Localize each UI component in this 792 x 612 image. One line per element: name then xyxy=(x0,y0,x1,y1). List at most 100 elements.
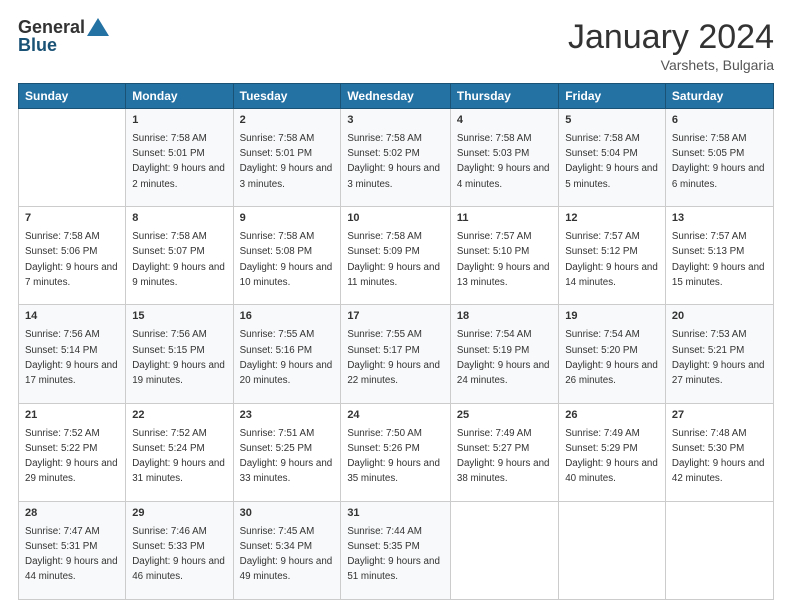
day-cell: 23 Sunrise: 7:51 AMSunset: 5:25 PMDaylig… xyxy=(233,403,341,501)
day-number: 9 xyxy=(240,211,335,227)
day-info: Sunrise: 7:58 AMSunset: 5:05 PMDaylight:… xyxy=(672,133,765,190)
day-number: 20 xyxy=(672,309,767,325)
day-cell: 28 Sunrise: 7:47 AMSunset: 5:31 PMDaylig… xyxy=(19,501,126,599)
day-info: Sunrise: 7:53 AMSunset: 5:21 PMDaylight:… xyxy=(672,329,765,386)
day-number: 4 xyxy=(457,113,552,129)
day-number: 19 xyxy=(565,309,659,325)
week-row-3: 21 Sunrise: 7:52 AMSunset: 5:22 PMDaylig… xyxy=(19,403,774,501)
day-number: 2 xyxy=(240,113,335,129)
col-saturday: Saturday xyxy=(665,84,773,109)
day-number: 12 xyxy=(565,211,659,227)
day-cell: 4 Sunrise: 7:58 AMSunset: 5:03 PMDayligh… xyxy=(450,109,558,207)
logo-general-text: General xyxy=(18,18,85,36)
col-wednesday: Wednesday xyxy=(341,84,451,109)
title-section: January 2024 Varshets, Bulgaria xyxy=(568,18,774,73)
day-cell: 31 Sunrise: 7:44 AMSunset: 5:35 PMDaylig… xyxy=(341,501,451,599)
day-info: Sunrise: 7:58 AMSunset: 5:04 PMDaylight:… xyxy=(565,133,658,190)
day-info: Sunrise: 7:56 AMSunset: 5:14 PMDaylight:… xyxy=(25,329,118,386)
logo-blue-text: Blue xyxy=(18,35,57,55)
day-info: Sunrise: 7:49 AMSunset: 5:27 PMDaylight:… xyxy=(457,428,550,485)
day-number: 3 xyxy=(347,113,444,129)
logo: General Blue xyxy=(18,18,109,55)
day-number: 23 xyxy=(240,408,335,424)
day-number: 8 xyxy=(132,211,226,227)
day-cell: 11 Sunrise: 7:57 AMSunset: 5:10 PMDaylig… xyxy=(450,207,558,305)
day-number: 30 xyxy=(240,506,335,522)
day-info: Sunrise: 7:58 AMSunset: 5:01 PMDaylight:… xyxy=(240,133,333,190)
day-info: Sunrise: 7:50 AMSunset: 5:26 PMDaylight:… xyxy=(347,428,440,485)
location-subtitle: Varshets, Bulgaria xyxy=(568,57,774,73)
day-info: Sunrise: 7:55 AMSunset: 5:17 PMDaylight:… xyxy=(347,329,440,386)
day-cell: 18 Sunrise: 7:54 AMSunset: 5:19 PMDaylig… xyxy=(450,305,558,403)
day-cell: 14 Sunrise: 7:56 AMSunset: 5:14 PMDaylig… xyxy=(19,305,126,403)
day-cell: 8 Sunrise: 7:58 AMSunset: 5:07 PMDayligh… xyxy=(126,207,233,305)
day-info: Sunrise: 7:58 AMSunset: 5:03 PMDaylight:… xyxy=(457,133,550,190)
day-cell: 1 Sunrise: 7:58 AMSunset: 5:01 PMDayligh… xyxy=(126,109,233,207)
day-info: Sunrise: 7:56 AMSunset: 5:15 PMDaylight:… xyxy=(132,329,225,386)
month-title: January 2024 xyxy=(568,18,774,57)
day-cell xyxy=(19,109,126,207)
day-cell: 26 Sunrise: 7:49 AMSunset: 5:29 PMDaylig… xyxy=(559,403,666,501)
day-number: 5 xyxy=(565,113,659,129)
day-number: 13 xyxy=(672,211,767,227)
day-info: Sunrise: 7:52 AMSunset: 5:24 PMDaylight:… xyxy=(132,428,225,485)
day-info: Sunrise: 7:54 AMSunset: 5:19 PMDaylight:… xyxy=(457,329,550,386)
day-info: Sunrise: 7:58 AMSunset: 5:09 PMDaylight:… xyxy=(347,231,440,288)
day-number: 6 xyxy=(672,113,767,129)
day-number: 31 xyxy=(347,506,444,522)
day-number: 17 xyxy=(347,309,444,325)
day-number: 15 xyxy=(132,309,226,325)
col-sunday: Sunday xyxy=(19,84,126,109)
day-cell: 24 Sunrise: 7:50 AMSunset: 5:26 PMDaylig… xyxy=(341,403,451,501)
day-cell: 25 Sunrise: 7:49 AMSunset: 5:27 PMDaylig… xyxy=(450,403,558,501)
day-number: 27 xyxy=(672,408,767,424)
calendar-table: Sunday Monday Tuesday Wednesday Thursday… xyxy=(18,83,774,600)
day-cell: 5 Sunrise: 7:58 AMSunset: 5:04 PMDayligh… xyxy=(559,109,666,207)
day-number: 25 xyxy=(457,408,552,424)
day-info: Sunrise: 7:57 AMSunset: 5:10 PMDaylight:… xyxy=(457,231,550,288)
day-cell xyxy=(450,501,558,599)
day-number: 11 xyxy=(457,211,552,227)
day-cell: 3 Sunrise: 7:58 AMSunset: 5:02 PMDayligh… xyxy=(341,109,451,207)
col-friday: Friday xyxy=(559,84,666,109)
day-cell xyxy=(559,501,666,599)
day-cell: 13 Sunrise: 7:57 AMSunset: 5:13 PMDaylig… xyxy=(665,207,773,305)
day-cell: 27 Sunrise: 7:48 AMSunset: 5:30 PMDaylig… xyxy=(665,403,773,501)
day-info: Sunrise: 7:54 AMSunset: 5:20 PMDaylight:… xyxy=(565,329,658,386)
day-number: 22 xyxy=(132,408,226,424)
day-number: 10 xyxy=(347,211,444,227)
day-number: 26 xyxy=(565,408,659,424)
day-info: Sunrise: 7:58 AMSunset: 5:06 PMDaylight:… xyxy=(25,231,118,288)
day-info: Sunrise: 7:57 AMSunset: 5:12 PMDaylight:… xyxy=(565,231,658,288)
day-cell: 6 Sunrise: 7:58 AMSunset: 5:05 PMDayligh… xyxy=(665,109,773,207)
day-info: Sunrise: 7:52 AMSunset: 5:22 PMDaylight:… xyxy=(25,428,118,485)
day-info: Sunrise: 7:51 AMSunset: 5:25 PMDaylight:… xyxy=(240,428,333,485)
day-number: 21 xyxy=(25,408,119,424)
day-cell: 29 Sunrise: 7:46 AMSunset: 5:33 PMDaylig… xyxy=(126,501,233,599)
week-row-2: 14 Sunrise: 7:56 AMSunset: 5:14 PMDaylig… xyxy=(19,305,774,403)
day-cell: 20 Sunrise: 7:53 AMSunset: 5:21 PMDaylig… xyxy=(665,305,773,403)
week-row-4: 28 Sunrise: 7:47 AMSunset: 5:31 PMDaylig… xyxy=(19,501,774,599)
day-info: Sunrise: 7:48 AMSunset: 5:30 PMDaylight:… xyxy=(672,428,765,485)
col-thursday: Thursday xyxy=(450,84,558,109)
day-cell: 2 Sunrise: 7:58 AMSunset: 5:01 PMDayligh… xyxy=(233,109,341,207)
day-info: Sunrise: 7:58 AMSunset: 5:02 PMDaylight:… xyxy=(347,133,440,190)
week-row-1: 7 Sunrise: 7:58 AMSunset: 5:06 PMDayligh… xyxy=(19,207,774,305)
logo-arrow-icon xyxy=(87,18,109,36)
day-number: 7 xyxy=(25,211,119,227)
calendar-body: 1 Sunrise: 7:58 AMSunset: 5:01 PMDayligh… xyxy=(19,109,774,600)
day-info: Sunrise: 7:55 AMSunset: 5:16 PMDaylight:… xyxy=(240,329,333,386)
day-info: Sunrise: 7:57 AMSunset: 5:13 PMDaylight:… xyxy=(672,231,765,288)
header: General Blue January 2024 Varshets, Bulg… xyxy=(18,18,774,73)
day-info: Sunrise: 7:45 AMSunset: 5:34 PMDaylight:… xyxy=(240,526,333,583)
day-number: 16 xyxy=(240,309,335,325)
col-tuesday: Tuesday xyxy=(233,84,341,109)
day-number: 28 xyxy=(25,506,119,522)
day-cell: 10 Sunrise: 7:58 AMSunset: 5:09 PMDaylig… xyxy=(341,207,451,305)
day-info: Sunrise: 7:47 AMSunset: 5:31 PMDaylight:… xyxy=(25,526,118,583)
day-info: Sunrise: 7:44 AMSunset: 5:35 PMDaylight:… xyxy=(347,526,440,583)
day-info: Sunrise: 7:58 AMSunset: 5:07 PMDaylight:… xyxy=(132,231,225,288)
day-info: Sunrise: 7:58 AMSunset: 5:08 PMDaylight:… xyxy=(240,231,333,288)
day-number: 24 xyxy=(347,408,444,424)
day-info: Sunrise: 7:49 AMSunset: 5:29 PMDaylight:… xyxy=(565,428,658,485)
